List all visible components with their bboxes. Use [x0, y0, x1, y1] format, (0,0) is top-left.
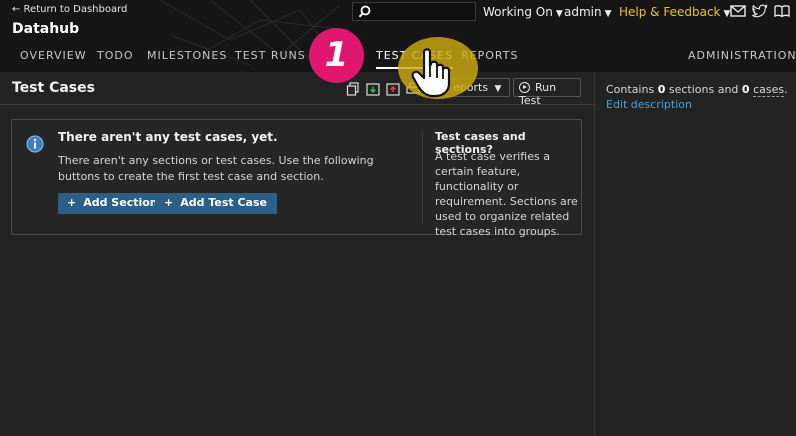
user-menu[interactable]: admin ▼: [564, 5, 612, 19]
sidebar: Contains 0 sections and 0 cases. Edit de…: [594, 72, 796, 436]
add-test-case-label: Add Test Case: [180, 196, 267, 209]
cases-word: cases: [753, 83, 785, 97]
search-icon: [358, 5, 371, 18]
tab-todo[interactable]: TODO: [97, 49, 134, 62]
copy-icon[interactable]: [346, 82, 360, 96]
run-test-button[interactable]: Run Test: [513, 78, 581, 107]
empty-state-heading: There aren't any test cases, yet.: [58, 130, 278, 144]
add-test-case-button[interactable]: + Add Test Case: [155, 193, 277, 214]
empty-state-card: There aren't any test cases, yet. There …: [11, 119, 582, 238]
plus-icon: +: [67, 196, 77, 209]
chevron-down-icon: ▼: [604, 9, 612, 19]
plus-icon: +: [164, 196, 174, 209]
book-icon[interactable]: [774, 4, 790, 18]
add-section-label: Add Section: [83, 196, 158, 209]
contains-prefix: Contains: [606, 83, 658, 96]
twitter-icon[interactable]: [752, 4, 768, 18]
cases-count: 0: [741, 83, 750, 96]
page-title: Test Cases: [12, 80, 95, 96]
help-label: Help & Feedback: [619, 5, 721, 19]
user-label: admin: [564, 5, 602, 19]
working-on-label: Working On: [483, 5, 553, 19]
help-feedback-menu[interactable]: Help & Feedback ▼: [619, 5, 730, 19]
help-text: A test case verifies a certain feature, …: [435, 150, 578, 238]
add-section-button[interactable]: + Add Section: [58, 193, 168, 214]
import-icon[interactable]: [366, 82, 380, 96]
info-icon: [26, 135, 44, 153]
sections-word: sections and: [665, 83, 742, 96]
chevron-down-icon: ▼: [555, 9, 563, 19]
tab-milestones[interactable]: MILESTONES: [147, 49, 227, 62]
step-badge: 1: [309, 28, 364, 83]
mail-icon[interactable]: [730, 4, 746, 18]
contains-suffix: .: [784, 83, 788, 96]
main-pane: Test Cases eports ▼ Run Test There aren'…: [0, 72, 594, 436]
pointer-hand-icon: [411, 48, 451, 98]
project-name: Datahub: [12, 21, 80, 37]
working-on-menu[interactable]: Working On ▼: [483, 5, 563, 19]
title-divider: [0, 104, 594, 105]
play-icon: [519, 82, 530, 93]
edit-description-link[interactable]: Edit description: [606, 98, 692, 111]
card-divider: [422, 132, 423, 224]
empty-state-text: There aren't any sections or test cases.…: [58, 154, 374, 183]
chevron-down-icon: ▼: [494, 84, 502, 94]
export-icon[interactable]: [386, 82, 400, 96]
contains-summary: Contains 0 sections and 0 cases. Edit de…: [606, 82, 792, 112]
tab-overview[interactable]: OVERVIEW: [20, 49, 87, 62]
return-to-dashboard-link[interactable]: ← Return to Dashboard: [12, 4, 127, 15]
search-input[interactable]: [352, 2, 476, 21]
tab-administration[interactable]: ADMINISTRATION: [688, 49, 796, 62]
